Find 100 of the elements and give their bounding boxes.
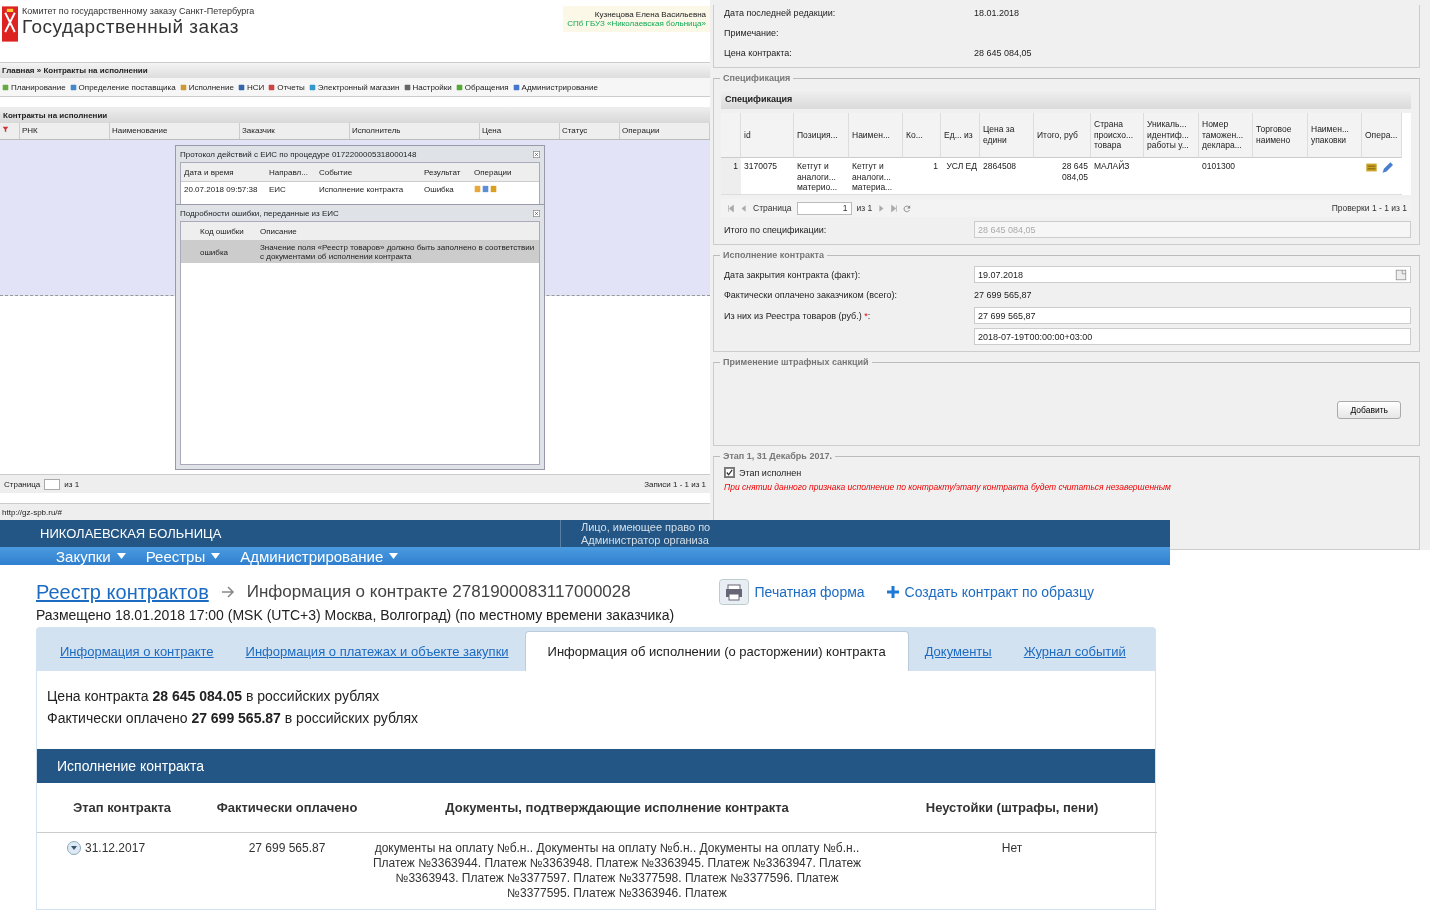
summary-line: Фактически оплачено 27 699 565.87 в российских рублях (47, 709, 420, 728)
column-header[interactable]: Статус (560, 123, 620, 139)
date-field[interactable]: 19.07.2018 (974, 266, 1411, 283)
table-cell: Кетгут и аналоги... материо... (794, 158, 849, 195)
create-link[interactable]: Создать контракт по образцу (886, 584, 1094, 600)
field-label: Дата последней редакции: (724, 8, 837, 18)
section-header: Исполнение контракта (37, 749, 1155, 783)
pager-label: Страница (4, 479, 41, 489)
dialog-title: Протокол действий с ЕИС по процедуре 0172200005318000148 (180, 149, 417, 159)
pager-summary: Проверки 1 - 1 из 1 (1331, 203, 1408, 213)
field-value: 27 699 565,87 (974, 290, 1033, 300)
table-cell-text: ошибка (199, 246, 230, 259)
column-header[interactable]: Цена (480, 123, 560, 139)
column-header[interactable]: Уникаль... идентиф... работы у... (1144, 113, 1199, 158)
menu-item[interactable]: Отчеты (268, 82, 305, 92)
refresh-icon[interactable] (903, 203, 912, 213)
tab[interactable]: Информация об исполнении (о расторжении) контракта (524, 631, 909, 671)
status-url: http://gz-spb.ru/# (2, 507, 63, 517)
menu-icon (179, 83, 187, 91)
column-header: Этап контракта (37, 783, 207, 833)
column-header[interactable]: Наимен... (849, 113, 903, 158)
table-cell-text: 27 699 565.87 (247, 840, 327, 857)
menu-item[interactable]: НСИ (237, 82, 265, 92)
pager-summary: Записи 1 - 1 из 1 (644, 479, 707, 489)
close-icon[interactable] (533, 150, 540, 158)
column-header[interactable]: РНК (20, 123, 110, 139)
first-page-icon[interactable] (727, 203, 735, 213)
nav-menu-item[interactable]: Реестры (145, 547, 221, 565)
column-header[interactable]: Номер таможен... деклара... (1199, 113, 1253, 158)
tab[interactable]: Документы (908, 644, 1008, 671)
pencil-icon[interactable] (1380, 161, 1393, 174)
breadcrumb: Главная » Контракты на исполнении (0, 63, 710, 78)
checkbox[interactable] (724, 467, 735, 478)
warning-text: При снятии данного признака исполнение по контракту/этапу контракта будет считаться незавершенным (724, 482, 1172, 492)
column-header[interactable]: Исполнитель (350, 123, 480, 139)
amount-field[interactable]: 27 699 565,87 (974, 307, 1411, 324)
tab[interactable]: Информация о контракте (44, 644, 230, 671)
calendar-icon[interactable] (1395, 267, 1407, 282)
column-header[interactable]: Результат (421, 165, 471, 179)
table-cell: 1 (903, 158, 941, 195)
column-header[interactable]: Цена за едини (980, 113, 1034, 158)
menu-item[interactable]: Исполнение (179, 82, 234, 92)
column-header[interactable]: Торговое наимено (1253, 113, 1308, 158)
menu-item[interactable]: Электронный магазин (308, 82, 400, 92)
column-header[interactable]: Описание (257, 224, 539, 238)
page-field[interactable]: 1 (796, 201, 852, 215)
section-legend: Этап 1, 31 Декабрь 2017. (720, 451, 835, 461)
tab[interactable]: Информация о платежах и объекте закупки (229, 644, 525, 671)
column-header[interactable]: Направл... (266, 165, 316, 179)
menu-item[interactable]: Настройки (403, 82, 452, 92)
breadcrumb-link[interactable]: Реестр контрактов (36, 580, 209, 604)
column-header[interactable]: Заказчик (240, 123, 350, 139)
placement-info: Размещено 18.01.2018 17:00 (MSK (UTC+3) Москва, Волгоград) (по местному времени заказчика) (36, 607, 676, 623)
column-header[interactable]: Наименование (110, 123, 240, 139)
pager-total: из 1 (856, 203, 873, 213)
menu-item[interactable]: Администрирование (512, 82, 598, 92)
last-page-icon[interactable] (890, 203, 899, 213)
menu-icon (455, 83, 463, 91)
timestamp-field[interactable]: 2018-07-19T00:00:00+03:00 (974, 328, 1411, 345)
print-link[interactable]: Печатная форма (718, 579, 865, 605)
expand-icon[interactable] (67, 841, 81, 855)
field-label: Фактически оплачено заказчиком (всего): (724, 290, 899, 300)
close-icon[interactable] (533, 209, 540, 217)
field-label: Цена контракта: (724, 48, 793, 58)
table-cell: Кетгут и аналоги... материа... (849, 158, 903, 195)
field-label: Из них из Реестра товаров (руб.) *: (724, 310, 872, 321)
column-header[interactable]: Дата и время (181, 165, 266, 179)
nav-menu-item[interactable]: Закупки (56, 547, 126, 565)
add-button[interactable]: Добавить (1337, 401, 1401, 419)
column-header[interactable]: Ко... (903, 113, 941, 158)
table-cell: УСЛ ЕД (941, 158, 980, 195)
column-header[interactable]: Опера... (1362, 113, 1402, 158)
column-header[interactable]: Наимен... упаковки (1308, 113, 1362, 158)
column-header[interactable]: Позиция... (794, 113, 849, 158)
column-header[interactable]: Ед... из (941, 113, 980, 158)
column-header[interactable]: Операции (471, 165, 526, 179)
tab[interactable]: Журнал событий (1007, 644, 1142, 671)
menu-icon (237, 83, 245, 91)
menu-item[interactable]: Обращения (455, 82, 509, 92)
org-name: Комитет по государственному заказу Санкт-Петербурга (22, 6, 256, 16)
previous-page-icon[interactable] (740, 203, 748, 213)
pager-label: Страница (753, 203, 792, 213)
column-header: Фактически оплачено (207, 783, 367, 833)
menu-icon (268, 83, 276, 91)
scroll-icon[interactable] (1365, 161, 1378, 174)
column-header[interactable]: Страна происхо... товара (1091, 113, 1144, 158)
menu-item[interactable]: Планирование (2, 82, 66, 92)
page-field[interactable] (44, 478, 61, 490)
table-cell-text: Исполнение контракта (318, 183, 405, 196)
nav-menu-item[interactable]: Администрирование (240, 547, 399, 565)
column-header[interactable]: id (741, 113, 794, 158)
next-page-icon[interactable] (877, 203, 886, 213)
column-header[interactable]: Код ошибки (197, 224, 257, 238)
menu-item[interactable]: Определение поставщика (69, 82, 176, 92)
grid-title: Контракты на исполнении (0, 107, 710, 123)
section-legend: Спецификация (720, 73, 794, 83)
column-header[interactable]: Итого, руб (1034, 113, 1091, 158)
column-header[interactable]: Событие (316, 165, 421, 179)
menu-icon (2, 83, 9, 91)
table-cell: 2864508 (980, 158, 1034, 195)
